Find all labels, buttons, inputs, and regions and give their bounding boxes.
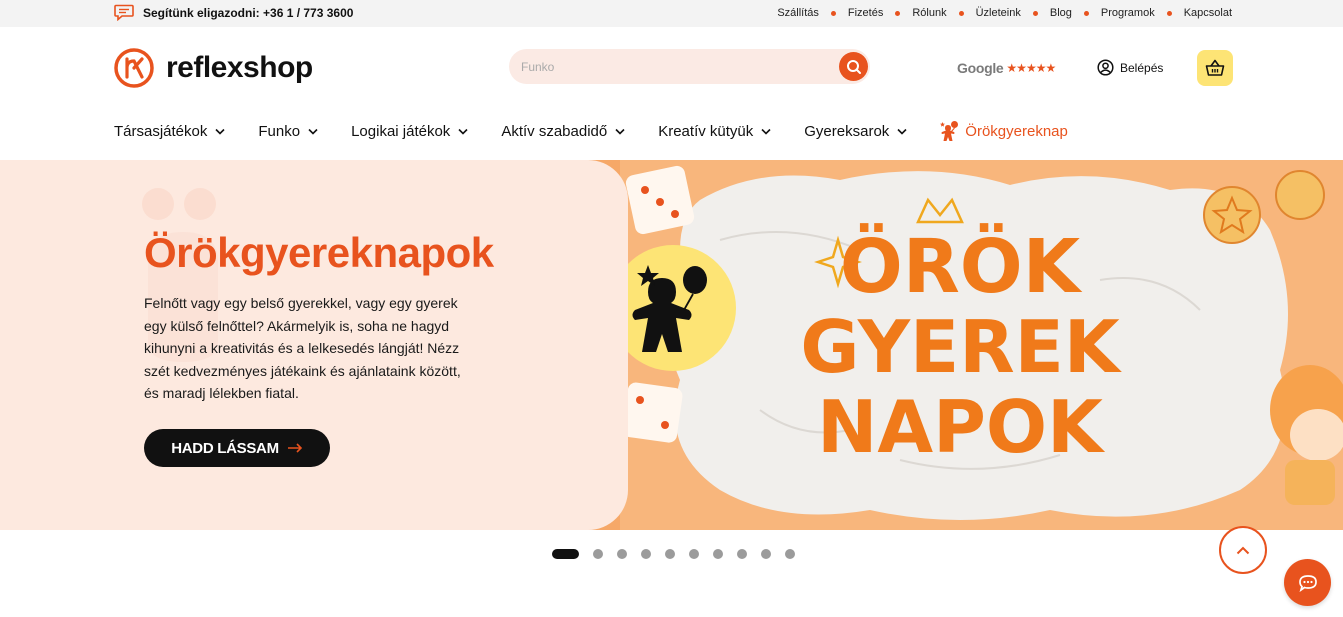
link-programs[interactable]: Programok <box>1101 7 1155 19</box>
slider-dot[interactable] <box>689 549 699 559</box>
help-line: Segítünk eligazodni: +36 1 / 773 3600 <box>114 4 353 21</box>
logo-text: reflexshop <box>166 51 313 84</box>
meeple-balloon-icon <box>940 121 959 141</box>
chevron-up-icon <box>1236 546 1250 554</box>
separator-dot <box>1032 10 1038 16</box>
nav-item-funko[interactable]: Funko <box>258 123 318 140</box>
logo[interactable]: reflexshop <box>114 48 313 88</box>
nav-item-creative-gadgets[interactable]: Kreatív kütyük <box>658 123 771 140</box>
chevron-down-icon <box>761 128 771 135</box>
slider-dot[interactable] <box>641 549 651 559</box>
message-icon <box>114 4 134 21</box>
link-stores[interactable]: Üzleteink <box>976 7 1021 19</box>
nav-item-label: Társasjátékok <box>114 122 208 140</box>
user-icon <box>1097 59 1114 76</box>
nav-item-label: Kreatív kütyük <box>658 122 754 140</box>
chevron-down-icon <box>615 128 625 135</box>
nav-item-label: Aktív szabadidő <box>501 122 608 140</box>
slider-dot[interactable] <box>737 549 747 559</box>
special-nav-label: Örökgyereknap <box>965 122 1068 140</box>
hero-description: Felnőtt vagy egy belső gyerekkel, vagy e… <box>144 295 461 401</box>
help-text: Segítünk eligazodni: +36 1 / 773 3600 <box>143 5 354 20</box>
slider-pagination <box>552 549 809 559</box>
slider-dot-active[interactable] <box>552 549 579 559</box>
link-shipping[interactable]: Szállítás <box>777 7 819 19</box>
nav-item-label: Gyereksarok <box>804 122 890 140</box>
rating-stars: ★★★★★ <box>1006 61 1056 75</box>
link-contact[interactable]: Kapcsolat <box>1184 7 1232 19</box>
arrow-right-icon <box>287 443 302 453</box>
link-about[interactable]: Rólunk <box>912 7 946 19</box>
nav-item-special-event[interactable]: Örökgyereknap <box>940 120 1068 142</box>
google-rating[interactable]: Google ★★★★★ <box>957 60 1056 76</box>
google-label: Google <box>957 60 1004 76</box>
nav-item-logic-games[interactable]: Logikai játékok <box>351 123 468 140</box>
slider-dot[interactable] <box>761 549 771 559</box>
chevron-down-icon <box>897 128 907 135</box>
hero-text-card: Örökgyereknapok Felnőtt vagy egy belső g… <box>0 160 628 530</box>
slider-dot[interactable] <box>785 549 795 559</box>
top-links: Szállítás Fizetés Rólunk Üzleteink Blog … <box>777 7 1232 19</box>
nav-item-label: Logikai játékok <box>351 122 451 140</box>
nav-item-active-leisure[interactable]: Aktív szabadidő <box>501 123 625 140</box>
basket-icon <box>1205 59 1225 76</box>
separator-dot <box>958 10 964 16</box>
chevron-down-icon <box>308 128 318 135</box>
slider-dot[interactable] <box>665 549 675 559</box>
link-blog[interactable]: Blog <box>1050 7 1072 19</box>
search-bar <box>509 49 870 84</box>
cta-label: HADD LÁSSAM <box>171 439 279 457</box>
link-payment[interactable]: Fizetés <box>848 7 883 19</box>
nav-item-kids-corner[interactable]: Gyereksarok <box>804 123 907 140</box>
hero-banner: ÖRÖK GYEREK NAPOK Örökgyereknapok Felnőt… <box>0 160 1343 530</box>
chevron-down-icon <box>215 128 225 135</box>
art-line-1: ÖRÖK <box>840 222 1083 310</box>
search-input[interactable] <box>521 49 831 84</box>
art-line-2: GYEREK <box>800 305 1121 389</box>
cart-button[interactable] <box>1197 50 1233 86</box>
login-link[interactable]: Belépés <box>1097 59 1163 76</box>
hero-cta-button[interactable]: HADD LÁSSAM <box>144 429 330 467</box>
chat-bubble-icon <box>1298 574 1317 592</box>
separator-dot <box>1083 10 1089 16</box>
separator-dot <box>1166 10 1172 16</box>
nav-item-board-games[interactable]: Társasjátékok <box>114 123 225 140</box>
slider-dot[interactable] <box>617 549 627 559</box>
top-bar: Segítünk eligazodni: +36 1 / 773 3600 Sz… <box>0 0 1343 27</box>
main-nav: Társasjátékok Funko Logikai játékok Aktí… <box>114 120 1068 142</box>
login-label: Belépés <box>1120 60 1164 75</box>
art-line-3: NAPOK <box>817 385 1105 469</box>
chevron-down-icon <box>458 128 468 135</box>
chat-button[interactable] <box>1284 559 1331 606</box>
separator-dot <box>895 10 901 16</box>
slider-dot[interactable] <box>593 549 603 559</box>
back-to-top-button[interactable] <box>1219 526 1267 574</box>
hero-title: Örökgyereknapok <box>144 229 494 276</box>
nav-item-label: Funko <box>258 122 301 140</box>
search-button[interactable] <box>839 52 868 81</box>
reflexshop-logo-icon <box>114 48 154 88</box>
search-icon <box>846 59 861 74</box>
slider-dot[interactable] <box>713 549 723 559</box>
separator-dot <box>830 10 836 16</box>
